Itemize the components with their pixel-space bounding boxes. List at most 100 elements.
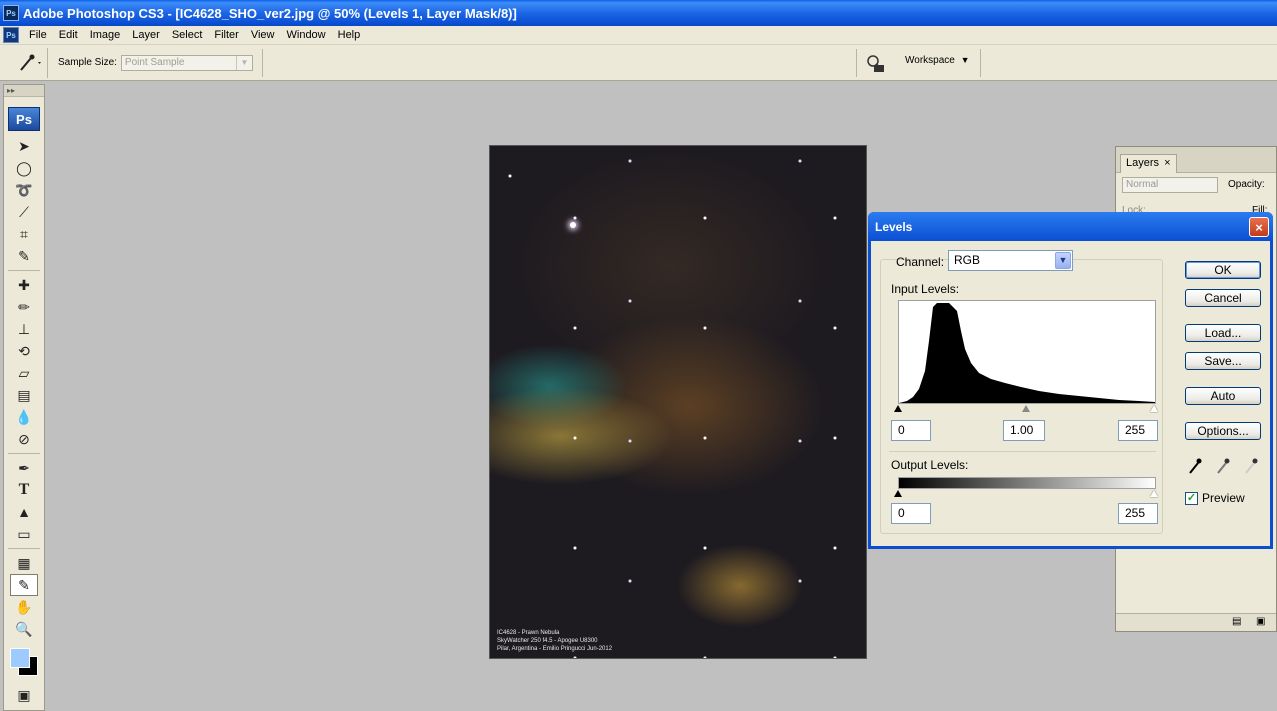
output-black-handle[interactable]: [894, 490, 902, 497]
blur-tool-icon[interactable]: 💧: [4, 406, 44, 428]
menu-file[interactable]: File: [23, 27, 53, 44]
output-white-field[interactable]: 255: [1118, 503, 1158, 524]
close-button[interactable]: ×: [1249, 217, 1269, 237]
menu-image[interactable]: Image: [84, 27, 127, 44]
bridge-button[interactable]: [862, 51, 888, 75]
layers-bottom-bar: ▣ ▤: [1116, 613, 1276, 631]
pen-tool-icon[interactable]: ✒: [4, 457, 44, 479]
auto-button[interactable]: Auto: [1185, 387, 1261, 405]
document-icon[interactable]: Ps: [3, 27, 19, 43]
clone-stamp-tool-icon[interactable]: ⊥: [4, 318, 44, 340]
input-black-point-handle[interactable]: [894, 405, 902, 412]
layer-style-icon[interactable]: ▤: [1232, 616, 1241, 627]
move-tool-icon[interactable]: ➤: [4, 135, 44, 157]
tab-layers[interactable]: Layers ×: [1120, 154, 1177, 173]
menu-help[interactable]: Help: [332, 27, 367, 44]
document-canvas[interactable]: IC4628 - Prawn Nebula SkyWatcher 250 f4.…: [489, 145, 867, 659]
histogram: [898, 300, 1156, 404]
input-gamma-handle[interactable]: [1022, 405, 1030, 412]
history-brush-tool-icon[interactable]: ⟲: [4, 340, 44, 362]
ok-button[interactable]: OK: [1185, 261, 1261, 279]
menu-layer[interactable]: Layer: [126, 27, 166, 44]
foreground-color-swatch[interactable]: [10, 648, 30, 668]
menu-select[interactable]: Select: [166, 27, 209, 44]
eyedropper-tool-icon[interactable]: ✎: [10, 574, 38, 596]
image-caption-line-1: IC4628 - Prawn Nebula: [497, 630, 560, 636]
slice-tool-icon[interactable]: ✎: [4, 245, 44, 267]
gradient-tool-icon[interactable]: ▤: [4, 384, 44, 406]
cancel-button[interactable]: Cancel: [1185, 289, 1261, 307]
input-white-field[interactable]: 255: [1118, 420, 1158, 441]
menu-view[interactable]: View: [245, 27, 281, 44]
healing-brush-tool-icon[interactable]: ✚: [4, 274, 44, 296]
channel-select[interactable]: RGB ▼: [948, 250, 1073, 271]
quick-mask-icon[interactable]: ▣: [4, 684, 44, 706]
close-icon[interactable]: ×: [1164, 157, 1170, 169]
workspace-menu[interactable]: Workspace ▼: [905, 55, 970, 66]
channel-label: Channel:: [896, 255, 945, 269]
histogram-graph: [899, 303, 1155, 403]
zoom-tool-icon[interactable]: 🔍: [4, 618, 44, 640]
chevron-down-icon: ▼: [235, 55, 252, 70]
options-bar: Sample Size: Point Sample ▼ Workspace ▼: [0, 45, 1277, 81]
input-levels-label: Input Levels:: [891, 282, 960, 296]
lasso-tool-icon[interactable]: ➰: [4, 179, 44, 201]
channel-value: RGB: [954, 253, 981, 267]
save-button[interactable]: Save...: [1185, 352, 1261, 370]
tab-layers-label: Layers: [1126, 157, 1160, 169]
type-tool-icon[interactable]: T: [4, 479, 44, 501]
hand-tool-icon[interactable]: ✋: [4, 596, 44, 618]
ps-logo[interactable]: Ps: [8, 107, 40, 131]
path-selection-tool-icon[interactable]: ▲: [4, 501, 44, 523]
shape-tool-icon[interactable]: ▭: [4, 523, 44, 545]
input-black-value: 0: [898, 423, 905, 437]
levels-body: Channel: RGB ▼ Input Levels: 0 1.00 255 …: [871, 241, 1270, 546]
sample-size-label: Sample Size:: [58, 57, 117, 68]
load-button[interactable]: Load...: [1185, 324, 1261, 342]
output-levels-slider[interactable]: [894, 488, 1158, 499]
dodge-tool-icon[interactable]: ⊘: [4, 428, 44, 450]
magic-wand-tool-icon[interactable]: ⟋: [4, 201, 44, 223]
tools-panel: ▸▸ Ps ➤ ◯ ➰ ⟋ ⌗ ✎ ✚ ✏ ⊥ ⟲ ▱ ▤ 💧 ⊘ ✒ T ▲ …: [3, 84, 45, 711]
output-white-handle[interactable]: [1150, 490, 1158, 497]
marquee-tool-icon[interactable]: ◯: [4, 157, 44, 179]
options-button[interactable]: Options...: [1185, 422, 1261, 440]
blend-mode-select[interactable]: Normal: [1122, 177, 1218, 193]
menu-edit[interactable]: Edit: [53, 27, 84, 44]
preview-checkbox[interactable]: ✓ Preview: [1185, 491, 1245, 505]
menu-filter[interactable]: Filter: [208, 27, 244, 44]
input-gamma-value: 1.00: [1010, 423, 1034, 437]
output-black-value: 0: [898, 506, 905, 520]
white-eyedropper-icon[interactable]: [1243, 457, 1259, 475]
tool-preset-picker[interactable]: [8, 47, 48, 78]
levels-title-bar[interactable]: Levels ×: [868, 212, 1273, 241]
options-divider: [856, 49, 857, 77]
crop-tool-icon[interactable]: ⌗: [4, 223, 44, 245]
eraser-tool-icon[interactable]: ▱: [4, 362, 44, 384]
gray-eyedropper-icon[interactable]: [1215, 457, 1231, 475]
input-gamma-field[interactable]: 1.00: [1003, 420, 1045, 441]
layers-options-row: Normal Opacity:: [1120, 177, 1277, 193]
panel-grip[interactable]: ▸▸: [4, 85, 44, 97]
menu-bar: Ps File Edit Image Layer Select Filter V…: [0, 26, 1277, 45]
input-black-field[interactable]: 0: [891, 420, 931, 441]
notes-tool-icon[interactable]: ▦: [4, 552, 44, 574]
eyedropper-icon: [19, 54, 41, 71]
section-divider: [889, 451, 1156, 452]
input-levels-slider[interactable]: [894, 403, 1158, 414]
levels-title: Levels: [875, 219, 913, 234]
options-divider: [262, 49, 263, 77]
new-layer-icon[interactable]: ▣: [1256, 616, 1265, 627]
output-black-field[interactable]: 0: [891, 503, 931, 524]
preview-label: Preview: [1202, 491, 1245, 505]
sample-size-select[interactable]: Point Sample ▼: [120, 54, 253, 71]
input-white-value: 255: [1125, 423, 1146, 437]
layers-tab-row: Layers ×: [1116, 147, 1276, 173]
menu-window[interactable]: Window: [281, 27, 332, 44]
checkmark-icon: ✓: [1185, 491, 1198, 505]
brush-tool-icon[interactable]: ✏: [4, 296, 44, 318]
levels-dialog: Levels × Channel: RGB ▼ Input Levels: 0 …: [868, 212, 1273, 549]
black-eyedropper-icon[interactable]: [1187, 457, 1203, 475]
input-white-point-handle[interactable]: [1150, 405, 1158, 412]
blend-mode-value: Normal: [1126, 179, 1159, 190]
